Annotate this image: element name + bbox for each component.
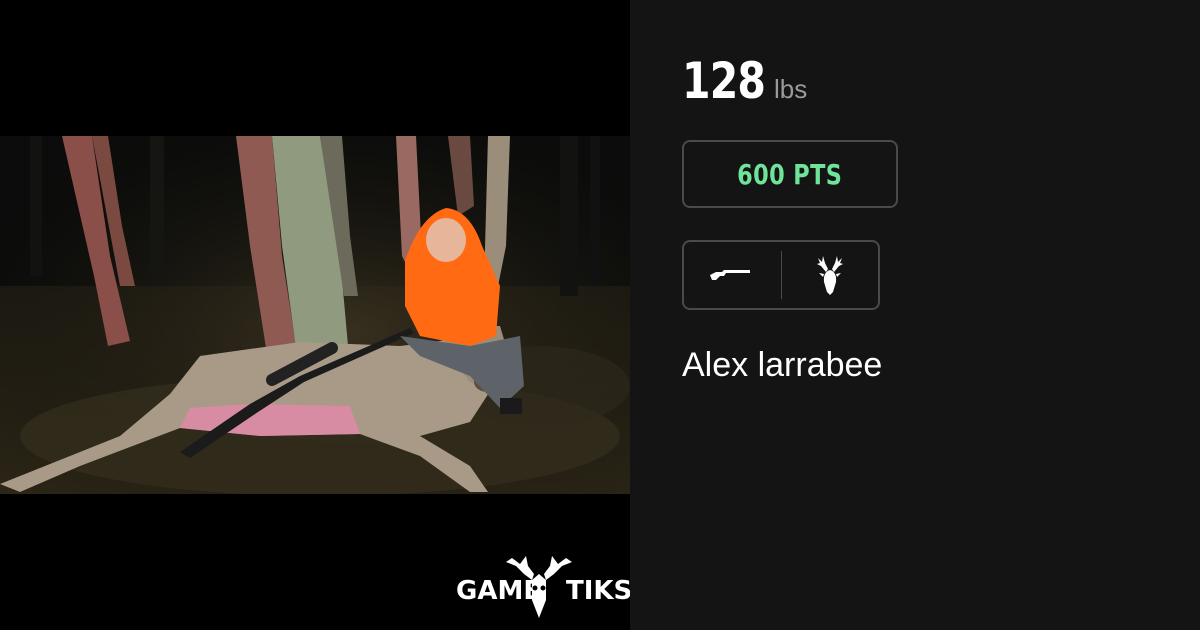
deer-head-icon	[816, 256, 843, 295]
hunter-name[interactable]: Alex larrabee	[682, 346, 882, 385]
weight-unit: lbs	[774, 74, 808, 104]
weight-row: 128 lbs	[682, 52, 807, 110]
weapon-species-badge	[682, 240, 880, 310]
weight-value: 128	[682, 52, 766, 110]
harvest-info-pane: 128 lbs 600 PTS Alex larrabee	[630, 0, 1200, 630]
harvest-card: GAME TIKS 128 lbs 600 PTS Alex larrabee	[0, 0, 1200, 630]
points-badge: 600 PTS	[682, 140, 898, 208]
weapon-cell	[684, 242, 781, 308]
rifle-icon	[710, 270, 751, 280]
harvest-photo[interactable]	[0, 136, 630, 494]
photo-pane: GAME TIKS	[0, 0, 630, 630]
points-label: 600 PTS	[737, 157, 843, 191]
species-cell	[781, 242, 878, 308]
harvest-photo-illustration	[0, 136, 630, 494]
brand-word-tiks: TIKS	[566, 576, 630, 606]
gametiks-logo: GAME TIKS	[456, 552, 630, 622]
